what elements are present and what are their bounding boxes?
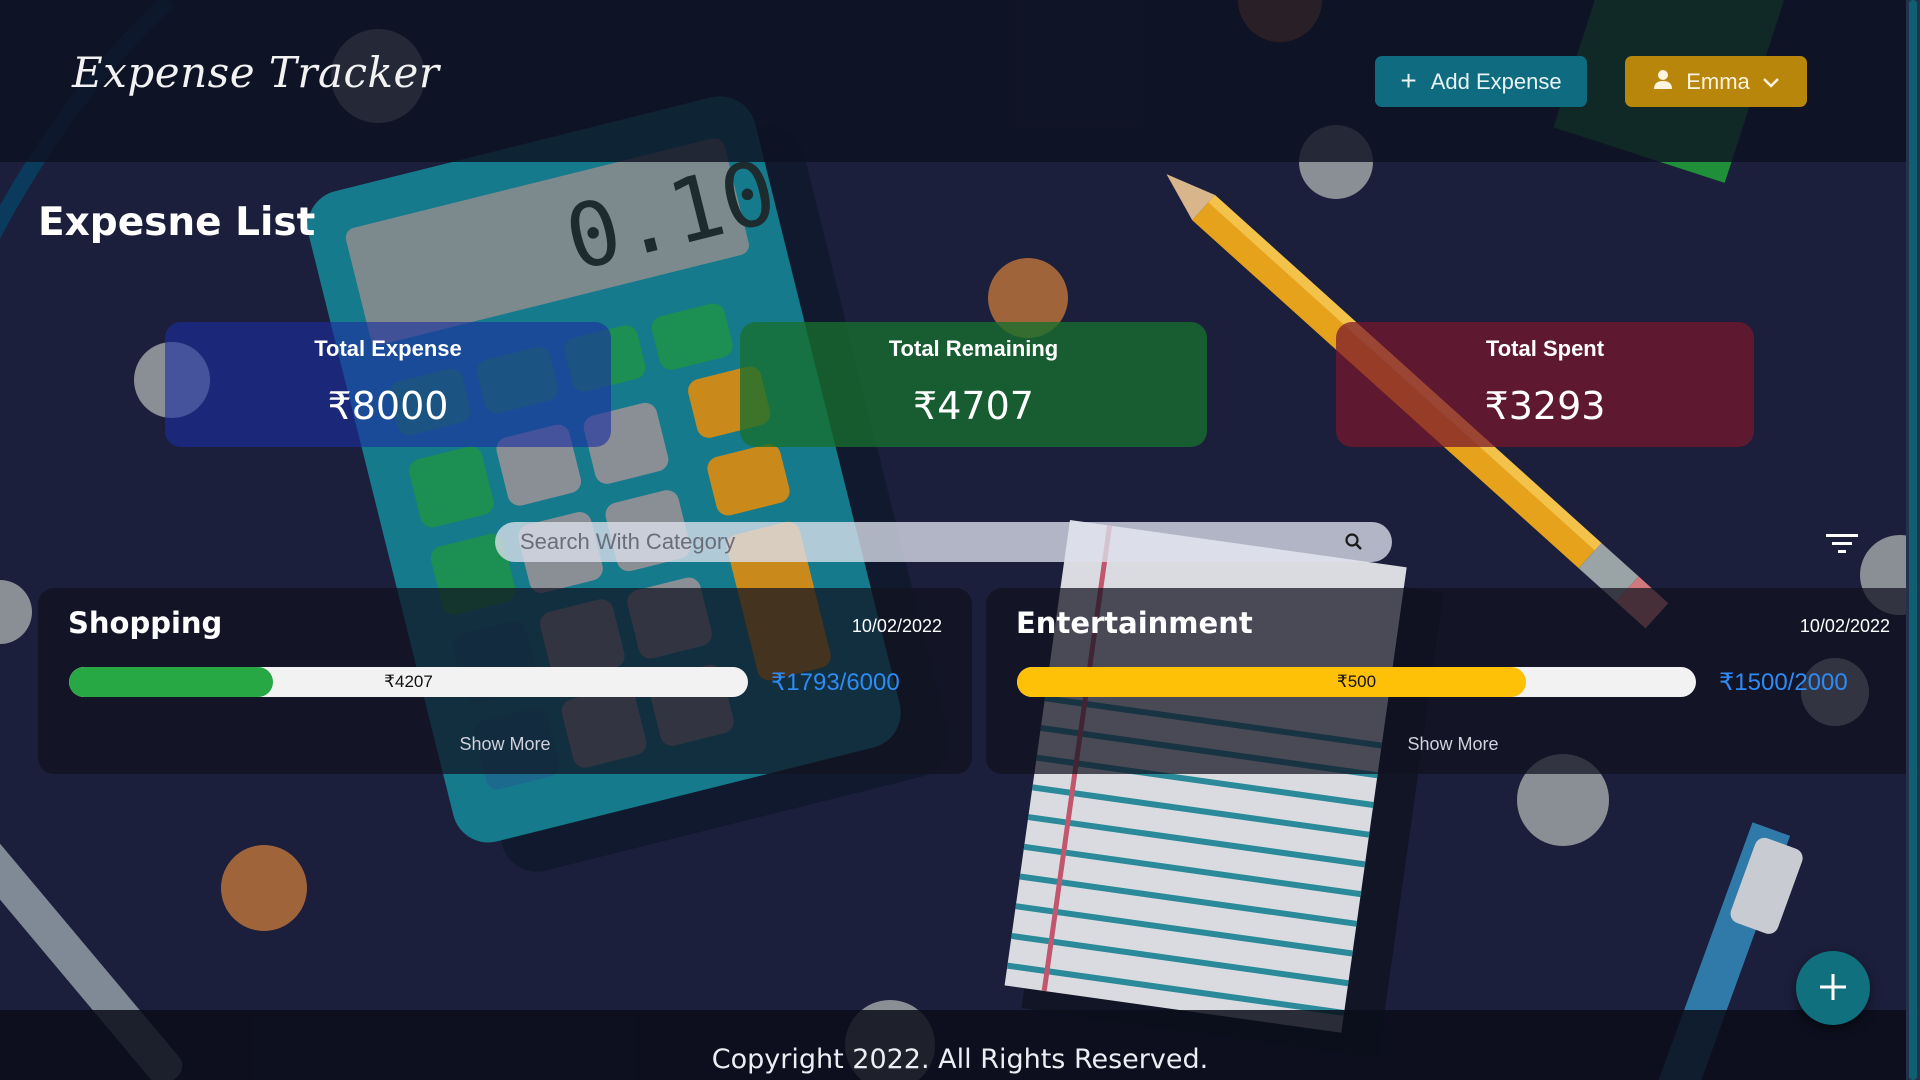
total-expense-value: ₹8000: [327, 384, 449, 428]
plus-icon: [1818, 972, 1848, 1005]
top-navbar: Expense Tracker + Add Expense Emma: [0, 0, 1920, 162]
add-expense-label: Add Expense: [1430, 68, 1562, 94]
search-icon[interactable]: [1344, 532, 1364, 556]
category-card-entertainment: Entertainment 10/02/2022 ₹500 ₹1500/2000…: [986, 588, 1920, 774]
total-spent-value: ₹3293: [1484, 384, 1606, 428]
category-name: Entertainment: [1016, 606, 1253, 640]
plus-icon: +: [1400, 64, 1417, 96]
add-expense-fab[interactable]: [1796, 951, 1870, 1025]
budget-progress-bar: ₹500: [1017, 667, 1696, 697]
add-expense-button[interactable]: + Add Expense: [1375, 56, 1587, 107]
show-more-link[interactable]: Show More: [38, 734, 972, 755]
budget-amount: ₹1793/6000: [771, 669, 900, 696]
budget-progress-bar: ₹4207: [69, 667, 748, 697]
total-spent-label: Total Spent: [1485, 336, 1605, 361]
budget-amount: ₹1500/2000: [1719, 669, 1848, 696]
total-spent-card: Total Spent ₹3293: [1336, 322, 1754, 447]
copyright-text: Copyright 2022. All Rights Reserved.: [711, 1044, 1209, 1075]
filter-icon[interactable]: [1826, 532, 1858, 558]
total-remaining-value: ₹4707: [913, 384, 1034, 428]
chevron-down-icon: [1762, 69, 1780, 95]
total-remaining-label: Total Remaining: [888, 336, 1059, 361]
category-date: 10/02/2022: [851, 616, 942, 636]
category-card-shopping: Shopping 10/02/2022 ₹4207 ₹1793/6000 Sho…: [38, 588, 972, 774]
footer: Copyright 2022. All Rights Reserved.: [0, 1010, 1920, 1080]
search-input[interactable]: [495, 522, 1335, 562]
vertical-scrollbar[interactable]: [1906, 0, 1920, 1080]
user-menu-button[interactable]: Emma: [1625, 56, 1807, 107]
user-name: Emma: [1686, 68, 1750, 94]
total-remaining-card: Total Remaining ₹4707: [740, 322, 1207, 447]
total-expense-card: Total Expense ₹8000: [165, 322, 611, 447]
progress-label: ₹500: [1336, 672, 1377, 691]
scrollbar-thumb[interactable]: [1909, 0, 1917, 1080]
page-title: Expesne List: [38, 200, 316, 245]
search-bar: [495, 522, 1392, 562]
user-icon: [1652, 68, 1674, 96]
total-expense-label: Total Expense: [314, 336, 462, 361]
app-brand[interactable]: Expense Tracker: [72, 48, 439, 97]
category-name: Shopping: [68, 606, 223, 640]
progress-label: ₹4207: [384, 672, 433, 691]
category-date: 10/02/2022: [1799, 616, 1890, 636]
show-more-link[interactable]: Show More: [986, 734, 1920, 755]
